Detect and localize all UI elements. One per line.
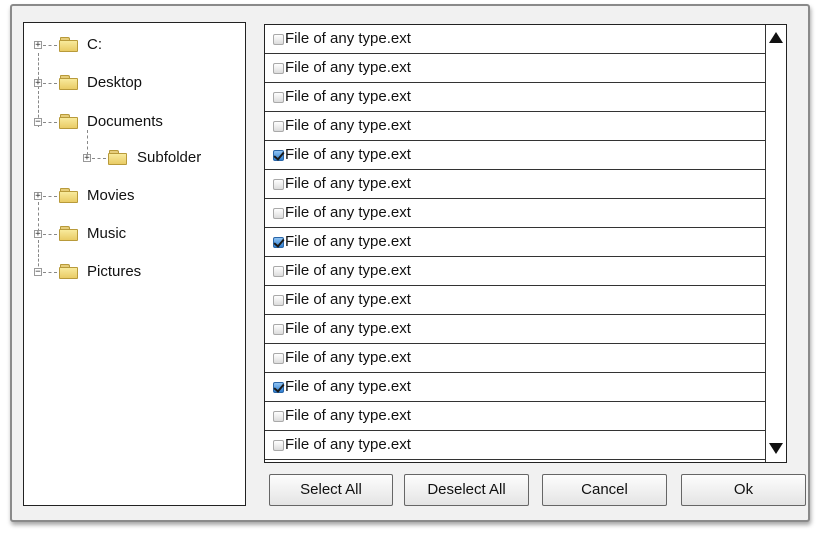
tree-item-label: Movies <box>87 187 135 204</box>
collapse-icon[interactable]: − <box>34 268 42 277</box>
file-row[interactable]: File of any type.ext <box>265 199 778 228</box>
file-checkbox[interactable] <box>273 121 284 132</box>
file-checkbox[interactable] <box>273 324 284 335</box>
tree-item-label: Documents <box>87 113 163 130</box>
file-name: File of any type.ext <box>285 146 411 163</box>
file-name: File of any type.ext <box>285 378 411 395</box>
file-row[interactable]: File of any type.ext <box>265 286 778 315</box>
file-row[interactable]: File of any type.ext <box>265 54 778 83</box>
vertical-scrollbar[interactable] <box>765 25 786 462</box>
file-name: File of any type.ext <box>285 204 411 221</box>
file-row[interactable]: File of any type.ext <box>265 25 778 54</box>
file-row[interactable]: File of any type.ext <box>265 315 778 344</box>
expand-icon[interactable]: + <box>34 192 42 201</box>
tree-connector <box>92 158 106 159</box>
folder-icon <box>59 188 78 203</box>
tree-connector <box>43 272 57 273</box>
file-row[interactable]: File of any type.ext <box>265 141 778 170</box>
folder-icon <box>59 226 78 241</box>
tree-item-pictures[interactable]: − Pictures <box>24 261 244 283</box>
file-row[interactable]: File of any type.ext <box>265 228 778 257</box>
file-row[interactable]: File of any type.ext <box>265 112 778 141</box>
deselect-all-button[interactable]: Deselect All <box>404 474 529 506</box>
tree-item-label: Desktop <box>87 74 143 91</box>
tree-item-label: Music <box>87 225 127 242</box>
file-row[interactable]: File of any type.ext <box>265 431 778 460</box>
file-checkbox[interactable] <box>273 179 284 190</box>
expand-icon[interactable]: + <box>34 41 42 50</box>
folder-tree[interactable]: + C: + Desktop − Documents + Subfolder +… <box>23 22 246 506</box>
file-row[interactable]: File of any type.ext <box>265 83 778 112</box>
file-row[interactable]: File of any type.ext <box>265 344 778 373</box>
file-name: File of any type.ext <box>285 30 411 47</box>
file-name: File of any type.ext <box>285 320 411 337</box>
file-checkbox[interactable] <box>273 411 284 422</box>
file-row[interactable]: File of any type.ext <box>265 402 778 431</box>
folder-icon <box>59 114 78 129</box>
file-checkbox[interactable] <box>273 150 284 161</box>
file-list-rows: File of any type.ext File of any type.ext… <box>265 25 778 460</box>
file-checkbox[interactable] <box>273 295 284 306</box>
file-name: File of any type.ext <box>285 59 411 76</box>
file-list[interactable]: File of any type.ext File of any type.ext… <box>264 24 787 463</box>
file-checkbox[interactable] <box>273 92 284 103</box>
folder-icon <box>108 150 127 165</box>
tree-item-music[interactable]: + Music <box>24 223 244 245</box>
select-all-button[interactable]: Select All <box>269 474 393 506</box>
file-name: File of any type.ext <box>285 291 411 308</box>
file-name: File of any type.ext <box>285 88 411 105</box>
file-checkbox[interactable] <box>273 382 284 393</box>
tree-connector <box>43 45 57 46</box>
file-name: File of any type.ext <box>285 117 411 134</box>
scroll-down-arrow-icon[interactable] <box>769 443 783 454</box>
file-checkbox[interactable] <box>273 208 284 219</box>
tree-connector <box>43 83 57 84</box>
tree-connector <box>43 122 57 123</box>
file-name: File of any type.ext <box>285 436 411 453</box>
file-name: File of any type.ext <box>285 407 411 424</box>
collapse-icon[interactable]: − <box>34 118 42 127</box>
tree-connector <box>43 234 57 235</box>
file-name: File of any type.ext <box>285 175 411 192</box>
file-row[interactable]: File of any type.ext <box>265 373 778 402</box>
tree-item-label: C: <box>87 36 102 53</box>
file-checkbox[interactable] <box>273 34 284 45</box>
scroll-up-arrow-icon[interactable] <box>769 32 783 43</box>
tree-connector <box>43 196 57 197</box>
folder-icon <box>59 75 78 90</box>
file-name: File of any type.ext <box>285 349 411 366</box>
tree-item-label: Pictures <box>87 263 142 280</box>
cancel-button[interactable]: Cancel <box>542 474 667 506</box>
tree-item-c-drive[interactable]: + C: <box>24 34 244 56</box>
folder-icon <box>59 37 78 52</box>
expand-icon[interactable]: + <box>34 230 42 239</box>
file-checkbox[interactable] <box>273 63 284 74</box>
file-checkbox[interactable] <box>273 440 284 451</box>
tree-item-movies[interactable]: + Movies <box>24 185 244 207</box>
file-checkbox[interactable] <box>273 353 284 364</box>
file-row[interactable]: File of any type.ext <box>265 257 778 286</box>
file-checkbox[interactable] <box>273 237 284 248</box>
tree-item-label: Subfolder <box>137 149 202 166</box>
file-name: File of any type.ext <box>285 262 411 279</box>
expand-icon[interactable]: + <box>34 79 42 88</box>
tree-item-subfolder[interactable]: + Subfolder <box>24 147 244 169</box>
tree-item-desktop[interactable]: + Desktop <box>24 72 244 94</box>
expand-icon[interactable]: + <box>83 154 91 163</box>
file-checkbox[interactable] <box>273 266 284 277</box>
file-row[interactable]: File of any type.ext <box>265 170 778 199</box>
folder-icon <box>59 264 78 279</box>
tree-item-documents[interactable]: − Documents <box>24 111 244 133</box>
ok-button[interactable]: Ok <box>681 474 806 506</box>
file-name: File of any type.ext <box>285 233 411 250</box>
